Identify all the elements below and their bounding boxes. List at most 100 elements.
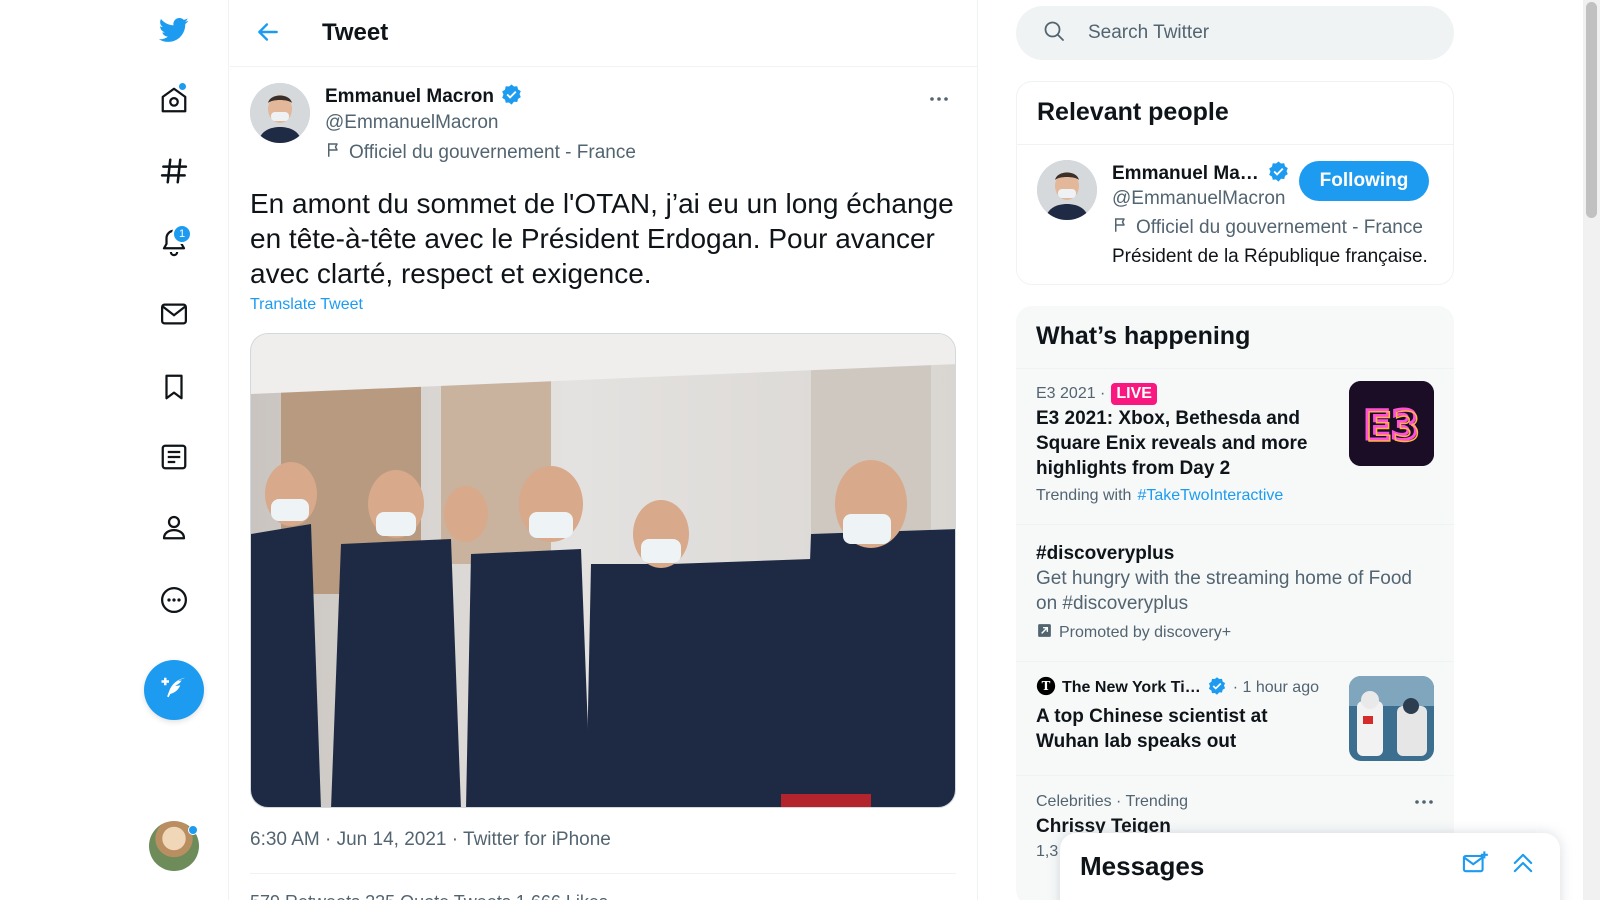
messages-title: Messages — [1080, 851, 1205, 881]
live-badge: LIVE — [1111, 383, 1157, 405]
profile-icon — [159, 512, 189, 547]
search-bar[interactable]: Search Twitter — [1016, 6, 1454, 60]
trend-description: Get hungry with the streaming home of Fo… — [1036, 568, 1412, 614]
verified-badge-icon — [1267, 160, 1290, 189]
government-label: Officiel du gouvernement - France — [325, 141, 636, 165]
arrow-left-icon — [255, 19, 281, 48]
left-navigation: 1 — [0, 0, 229, 900]
e3-thumbnail: E3 E3 — [1349, 381, 1434, 466]
hashtag-icon — [159, 156, 189, 191]
relevant-people-title: Relevant people — [1037, 98, 1229, 126]
nav-home[interactable] — [148, 76, 200, 128]
twitter-bird-icon — [158, 15, 189, 50]
trend-item[interactable]: #discoveryplus Get hungry with the strea… — [1016, 525, 1454, 662]
back-button[interactable] — [248, 13, 288, 53]
verified-badge-icon — [1207, 676, 1227, 701]
expand-messages-button[interactable] — [1506, 847, 1540, 881]
trend-source: The New York Ti… — [1062, 679, 1201, 696]
person-avatar[interactable] — [1037, 160, 1097, 220]
trend-meta: Celebrities · Trending — [1036, 793, 1189, 810]
double-chevron-up-icon — [1509, 849, 1537, 880]
person-government-label: Officiel du gouvernement - France — [1112, 216, 1432, 240]
search-icon — [1016, 19, 1066, 48]
lists-icon — [159, 442, 189, 477]
promoted-arrow-icon — [1036, 622, 1053, 644]
bookmark-icon — [159, 372, 189, 407]
relevant-people-card: Relevant people Emmanuel Ma… @EmmanuelMa… — [1016, 81, 1454, 285]
verified-badge-icon — [500, 83, 523, 112]
nav-more[interactable] — [148, 576, 200, 628]
main-column: Tweet Emmanuel Macron @EmmanuelMacron Of… — [230, 0, 978, 900]
tweet-stats[interactable]: 579 Retweets 235 Quote Tweets 1,666 Like… — [250, 892, 608, 900]
trend-time: · 1 hour ago — [1232, 679, 1319, 696]
news-thumbnail — [1349, 676, 1434, 761]
divider — [250, 873, 956, 874]
trend-meta: E3 2021 · LIVE — [1036, 382, 1321, 406]
trend-category: E3 2021 · — [1036, 385, 1106, 402]
new-message-button[interactable] — [1458, 847, 1492, 881]
feather-plus-icon — [159, 674, 189, 707]
more-circle-icon — [159, 585, 189, 620]
trend-content: E3 2021 · LIVE E3 2021: Xbox, Bethesda a… — [1036, 382, 1321, 505]
trend-more-button[interactable] — [1412, 790, 1436, 817]
tweet-text: En amont du sommet de l'OTAN, j’ai eu un… — [250, 188, 954, 289]
trend-title: A top Chinese scientist at Wuhan lab spe… — [1036, 706, 1268, 752]
more-horizontal-icon — [1412, 800, 1436, 817]
svg-text:T: T — [1042, 679, 1051, 693]
trending-hashtag-link[interactable]: #TakeTwoInteractive — [1137, 487, 1283, 505]
trend-content: T The New York Ti… · 1 hour ago A top Ch… — [1036, 676, 1321, 754]
search-input[interactable]: Search Twitter — [1088, 22, 1209, 44]
notifications-badge: 1 — [172, 224, 192, 244]
home-new-dot — [178, 82, 187, 91]
messages-drawer[interactable]: Messages — [1060, 833, 1560, 900]
relevant-people-header: Relevant people — [1017, 82, 1453, 145]
trend-content: #discoveryplus Get hungry with the strea… — [1036, 541, 1436, 644]
trend-item[interactable]: E3 2021 · LIVE E3 2021: Xbox, Bethesda a… — [1016, 368, 1454, 525]
person-label-text: Officiel du gouvernement - France — [1136, 217, 1423, 238]
tweet-photo[interactable] — [250, 333, 956, 808]
author-name[interactable]: Emmanuel Macron — [325, 83, 636, 111]
promoted-text: Promoted by discovery+ — [1059, 624, 1232, 641]
page-scrollbar[interactable] — [1583, 0, 1600, 900]
trend-title: #discoveryplus — [1036, 543, 1175, 564]
trending-with-label: Trending with — [1036, 487, 1132, 504]
tweet-more-button[interactable] — [922, 83, 956, 117]
whats-happening-header: What’s happening — [1016, 306, 1454, 369]
author-name-text: Emmanuel Macron — [325, 86, 494, 107]
flag-icon — [1112, 216, 1130, 240]
nav-profile[interactable] — [148, 503, 200, 555]
person-bio: Président de la République française. — [1112, 246, 1428, 267]
author-handle[interactable]: @EmmanuelMacron — [325, 111, 636, 135]
person-name-text: Emmanuel Ma… — [1112, 163, 1259, 184]
twitter-logo-link[interactable] — [148, 6, 200, 58]
whats-happening-card: What’s happening E3 2021 · LIVE E3 2021:… — [1016, 306, 1454, 900]
mail-icon — [159, 299, 189, 334]
promoted-label: Promoted by discovery+ — [1036, 622, 1436, 644]
account-notification-dot — [188, 825, 198, 835]
author-avatar[interactable] — [250, 83, 310, 143]
scrollbar-thumb[interactable] — [1586, 2, 1597, 218]
nav-notifications[interactable]: 1 — [148, 218, 200, 270]
trend-source-row: T The New York Ti… · 1 hour ago — [1036, 676, 1321, 700]
trend-title: E3 2021: Xbox, Bethesda and Square Enix … — [1036, 408, 1308, 479]
trend-item[interactable]: T The New York Ti… · 1 hour ago A top Ch… — [1016, 662, 1454, 776]
main-header: Tweet — [230, 0, 977, 67]
nyt-logo-icon: T — [1036, 676, 1056, 701]
nav-lists[interactable] — [148, 433, 200, 485]
translate-tweet-link[interactable]: Translate Tweet — [250, 296, 363, 314]
compose-tweet-button[interactable] — [144, 660, 204, 720]
svg-text:E3: E3 — [1365, 405, 1420, 451]
government-label-text: Officiel du gouvernement - France — [349, 142, 636, 163]
author-meta: Emmanuel Macron @EmmanuelMacron Officiel… — [325, 83, 636, 165]
trend-trending-with: Trending with #TakeTwoInteractive — [1036, 487, 1321, 505]
whats-happening-title: What’s happening — [1036, 322, 1251, 350]
nav-messages[interactable] — [148, 290, 200, 342]
following-button[interactable]: Following — [1299, 161, 1429, 201]
tweet-timestamp[interactable]: 6:30 AM · Jun 14, 2021 · Twitter for iPh… — [250, 829, 611, 851]
more-horizontal-icon — [927, 87, 951, 114]
page-title: Tweet — [322, 19, 389, 46]
new-message-icon — [1461, 849, 1489, 880]
nav-explore[interactable] — [148, 147, 200, 199]
flag-icon — [325, 141, 343, 165]
nav-bookmarks[interactable] — [148, 363, 200, 415]
